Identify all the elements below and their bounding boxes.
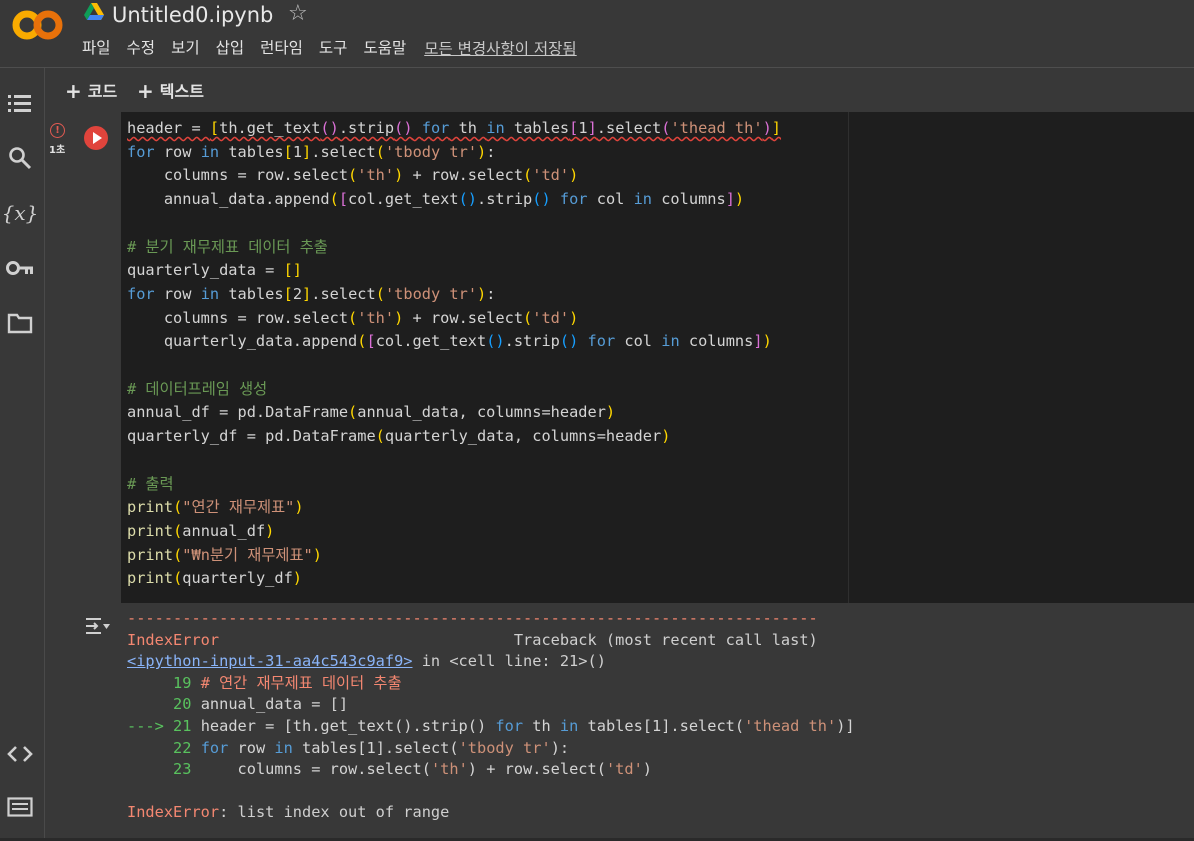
code-line: annual_df = pd.DataFrame(annual_data, co…: [127, 403, 616, 422]
plus-icon: +: [137, 79, 154, 103]
code-snippets-icon[interactable]: [6, 740, 34, 768]
editor-side-panel: [848, 112, 1194, 603]
cell-output: ----------------------------------------…: [71, 603, 1194, 841]
add-text-button[interactable]: + 텍스트: [137, 78, 204, 103]
final-error-type: IndexError: [127, 803, 220, 822]
execution-time: 1초: [49, 145, 66, 156]
search-icon[interactable]: [6, 144, 34, 172]
left-sidebar: {𝑥}: [0, 68, 45, 841]
code-line: for row in tables[1].select('tbody tr'):: [127, 142, 496, 161]
run-cell-button[interactable]: [84, 126, 108, 150]
star-icon[interactable]: ☆: [288, 1, 308, 26]
code-comment: # 출력: [127, 474, 174, 493]
code-editor[interactable]: header = [th.get_text().strip() for th i…: [121, 112, 848, 603]
code-cell[interactable]: header = [th.get_text().strip() for th i…: [71, 112, 1194, 841]
notebook-toolbar: + 코드 + 텍스트: [45, 68, 1194, 112]
traceback-source-link[interactable]: <ipython-input-31-aa4c543c9af9>: [127, 652, 413, 670]
code-line: annual_data.append([col.get_text().strip…: [127, 190, 745, 209]
plus-icon: +: [65, 79, 82, 103]
code-line: columns = row.select('th') + row.select(…: [127, 166, 579, 185]
code-line: header = [th.get_text().strip() for th i…: [127, 119, 782, 137]
execution-status-column: ! 1초: [45, 112, 71, 841]
code-line: columns = row.select('th') + row.select(…: [127, 308, 579, 327]
output-menu-icon[interactable]: [83, 614, 111, 638]
menu-help[interactable]: 도움말: [363, 37, 406, 59]
traceback-source-rest: in <cell line: 21>(): [412, 652, 606, 671]
output-traceback-label: Traceback (most recent call last): [513, 630, 818, 649]
code-line: print(quarterly_df): [127, 569, 303, 588]
code-line: print("연간 재무제표"): [127, 498, 304, 517]
notebook-title[interactable]: Untitled0.ipynb: [112, 2, 273, 28]
code-line: print("₩n분기 재무제표"): [127, 545, 322, 564]
terminal-icon[interactable]: [6, 793, 34, 821]
code-line: quarterly_data.append([col.get_text().st…: [127, 332, 772, 351]
google-drive-icon[interactable]: [84, 3, 104, 21]
code-line: for row in tables[2].select('tbody tr'):: [127, 284, 496, 303]
folder-icon[interactable]: [6, 309, 34, 337]
code-line: quarterly_df = pd.DataFrame(quarterly_da…: [127, 427, 671, 446]
cell-gutter: [71, 112, 121, 603]
menu-tools[interactable]: 도구: [319, 37, 348, 59]
code-comment: # 분기 재무제표 데이터 추출: [127, 237, 328, 256]
menu-view[interactable]: 보기: [171, 37, 200, 59]
error-output: ----------------------------------------…: [127, 609, 855, 822]
output-separator: ----------------------------------------…: [127, 609, 818, 627]
error-status-icon: !: [50, 123, 65, 138]
menu-edit[interactable]: 수정: [127, 37, 156, 59]
key-icon[interactable]: [6, 254, 34, 282]
final-error-message: : list index out of range: [219, 803, 450, 822]
variables-icon[interactable]: {𝑥}: [2, 199, 39, 227]
colab-logo-icon[interactable]: [12, 8, 64, 42]
menu-insert[interactable]: 삽입: [216, 37, 245, 59]
code-line: quarterly_data = []: [127, 261, 302, 280]
menu-bar: 파일 수정 보기 삽입 런타임 도구 도움말 모든 변경사항이 저장됨: [82, 37, 577, 59]
output-error-type: IndexError: [127, 630, 220, 649]
notebook-main: + 코드 + 텍스트 ! 1초 header = [th.get_text().st…: [45, 68, 1194, 841]
add-text-label: 텍스트: [159, 82, 204, 101]
save-status-link[interactable]: 모든 변경사항이 저장됨: [424, 37, 576, 59]
code-comment: # 데이터프레임 생성: [127, 379, 268, 398]
top-bar: Untitled0.ipynb ☆ 파일 수정 보기 삽입 런타임 도구 도움말…: [0, 0, 1194, 67]
code-content[interactable]: header = [th.get_text().strip() for th i…: [127, 117, 781, 591]
menu-file[interactable]: 파일: [82, 37, 111, 59]
add-code-label: 코드: [87, 82, 118, 101]
table-of-contents-icon[interactable]: [6, 89, 34, 117]
code-line: print(annual_df): [127, 521, 275, 540]
add-code-button[interactable]: + 코드: [65, 78, 118, 103]
menu-runtime[interactable]: 런타임: [260, 37, 303, 59]
